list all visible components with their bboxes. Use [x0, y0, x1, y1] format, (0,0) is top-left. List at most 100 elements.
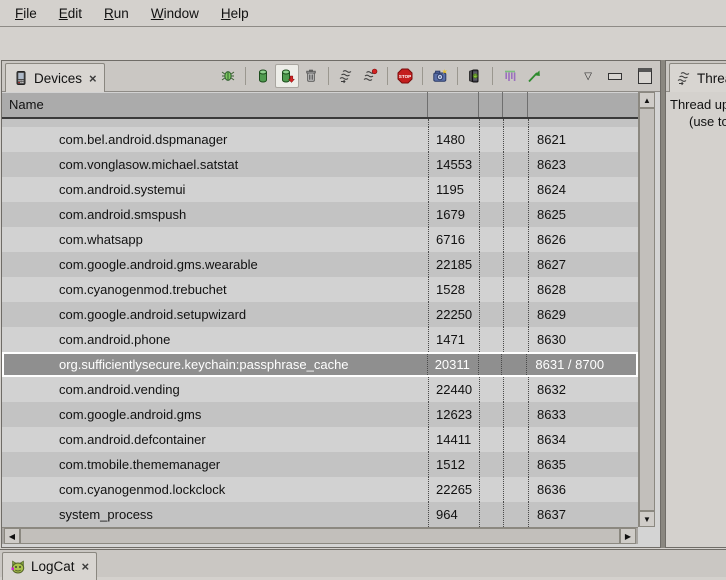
- column-header-blank1[interactable]: [479, 92, 503, 117]
- update-threads-icon[interactable]: [334, 64, 358, 88]
- column-header-blank2[interactable]: [503, 92, 528, 117]
- process-name-cell: com.android.smspush: [2, 202, 428, 227]
- horizontal-scrollbar[interactable]: ◀ ▶: [2, 527, 638, 544]
- toolbar-separator: [457, 67, 458, 85]
- process-name-cell: com.whatsapp: [2, 227, 428, 252]
- screen-capture-icon[interactable]: [428, 64, 452, 88]
- process-port-cell: 8626: [528, 227, 638, 252]
- view-menu-icon[interactable]: ▽: [584, 71, 592, 82]
- blank-cell: [479, 377, 503, 402]
- close-icon[interactable]: ×: [87, 71, 97, 86]
- process-name-cell: com.bel.android.dspmanager: [2, 127, 428, 152]
- table-row[interactable]: com.cyanogenmod.trebuchet 1528 8628: [2, 277, 638, 302]
- process-port-cell: 8621: [528, 127, 638, 152]
- process-pid-cell: 1471: [428, 327, 479, 352]
- scroll-down-icon[interactable]: ▼: [639, 511, 655, 527]
- column-header-pid[interactable]: [428, 92, 479, 117]
- devices-toolbar: STOP ▽: [216, 61, 660, 91]
- maximize-icon[interactable]: [638, 68, 652, 84]
- main-toolbar: [0, 28, 726, 59]
- cause-gc-icon[interactable]: [299, 64, 323, 88]
- blank-cell: [503, 177, 528, 202]
- scroll-up-icon[interactable]: ▲: [639, 92, 655, 108]
- table-row[interactable]: com.android.smspush 1679 8625: [2, 202, 638, 227]
- tab-devices[interactable]: Devices ×: [5, 63, 105, 92]
- table-row[interactable]: com.google.android.gms 12623 8633: [2, 402, 638, 427]
- systrace-icon[interactable]: [498, 64, 522, 88]
- minimize-icon[interactable]: [608, 73, 622, 80]
- blank-cell: [503, 502, 528, 527]
- blank-cell: [479, 477, 503, 502]
- blank-cell: [503, 152, 528, 177]
- blank-cell: [503, 227, 528, 252]
- process-port-cell: 8631 / 8700: [526, 354, 636, 375]
- scroll-left-icon[interactable]: ◀: [4, 528, 20, 544]
- process-pid-cell: 22440: [428, 377, 479, 402]
- table-header: Name: [2, 92, 638, 119]
- threads-message-line1: Thread updates not enabled for selected …: [670, 97, 726, 112]
- blank-cell: [478, 354, 502, 375]
- toolbar-separator: [387, 67, 388, 85]
- opengl-trace-icon[interactable]: [522, 64, 546, 88]
- start-method-profiling-icon[interactable]: [358, 64, 382, 88]
- table-row[interactable]: system_process 964 8637: [2, 502, 638, 527]
- tab-devices-label: Devices: [34, 71, 82, 86]
- tab-logcat[interactable]: LogCat ×: [2, 552, 97, 580]
- blank-cell: [479, 252, 503, 277]
- stop-process-icon[interactable]: STOP: [393, 64, 417, 88]
- table-row[interactable]: com.android.phone 1471 8630: [2, 327, 638, 352]
- table-row[interactable]: org.sufficientlysecure.keychain:passphra…: [2, 352, 638, 377]
- update-heap-icon[interactable]: [251, 64, 275, 88]
- menu-item[interactable]: File: [4, 3, 48, 24]
- close-icon[interactable]: ×: [80, 559, 90, 574]
- vertical-scrollbar[interactable]: ▲ ▼: [638, 92, 655, 527]
- table-row[interactable]: com.android.vending 22440 8632: [2, 377, 638, 402]
- table-row[interactable]: com.bel.android.dspmanager 1480 8621: [2, 127, 638, 152]
- process-pid-cell: 1480: [428, 127, 479, 152]
- blank-cell: [479, 502, 503, 527]
- blank-cell: [503, 202, 528, 227]
- blank-cell: [503, 327, 528, 352]
- menu-item[interactable]: Run: [93, 3, 140, 24]
- process-port-cell: 8637: [528, 502, 638, 527]
- table-row[interactable]: com.android.defcontainer 14411 8634: [2, 427, 638, 452]
- menu-item[interactable]: Help: [210, 3, 260, 24]
- table-row[interactable]: com.google.android.gms.wearable 22185 86…: [2, 252, 638, 277]
- process-pid-cell: 20311: [427, 354, 478, 375]
- vertical-scrollbar-thumb[interactable]: [639, 108, 655, 511]
- horizontal-scrollbar-thumb[interactable]: [20, 528, 620, 544]
- scroll-right-icon[interactable]: ▶: [620, 528, 636, 544]
- blank-cell: [501, 354, 526, 375]
- process-pid-cell: 1512: [428, 452, 479, 477]
- process-table: com.bel.android.dspmanager 1480 8621 com…: [2, 119, 638, 527]
- process-name-cell: com.vonglasow.michael.satstat: [2, 152, 428, 177]
- dump-hprof-icon[interactable]: [275, 64, 299, 88]
- phone-device-icon: [13, 70, 29, 86]
- menu-item[interactable]: Window: [140, 3, 210, 24]
- process-pid-cell: 6716: [428, 227, 479, 252]
- process-pid-cell: 22185: [428, 252, 479, 277]
- table-row[interactable]: com.google.android.setupwizard 22250 862…: [2, 302, 638, 327]
- process-port-cell: 8628: [528, 277, 638, 302]
- blank-cell: [479, 452, 503, 477]
- toolbar-separator: [492, 67, 493, 85]
- debug-process-icon[interactable]: [216, 64, 240, 88]
- blank-cell: [503, 427, 528, 452]
- table-row[interactable]: com.vonglasow.michael.satstat 14553 8623: [2, 152, 638, 177]
- column-header-port[interactable]: [528, 92, 638, 117]
- menu-bar: FileEditRunWindowHelp: [0, 0, 726, 27]
- blank-cell: [479, 277, 503, 302]
- blank-cell: [479, 127, 503, 152]
- menu-item[interactable]: Edit: [48, 3, 93, 24]
- table-row[interactable]: com.whatsapp 6716 8626: [2, 227, 638, 252]
- table-row[interactable]: com.android.systemui 1195 8624: [2, 177, 638, 202]
- process-name-cell: system_process: [2, 502, 428, 527]
- process-pid-cell: 14411: [428, 427, 479, 452]
- process-name-cell: org.sufficientlysecure.keychain:passphra…: [4, 354, 427, 375]
- process-pid-cell: 22265: [428, 477, 479, 502]
- tab-threads[interactable]: Threads: [669, 63, 726, 92]
- table-row[interactable]: com.tmobile.thememanager 1512 8635: [2, 452, 638, 477]
- column-header-name[interactable]: Name: [2, 92, 428, 117]
- table-row[interactable]: com.cyanogenmod.lockclock 22265 8636: [2, 477, 638, 502]
- screen-record-icon[interactable]: [463, 64, 487, 88]
